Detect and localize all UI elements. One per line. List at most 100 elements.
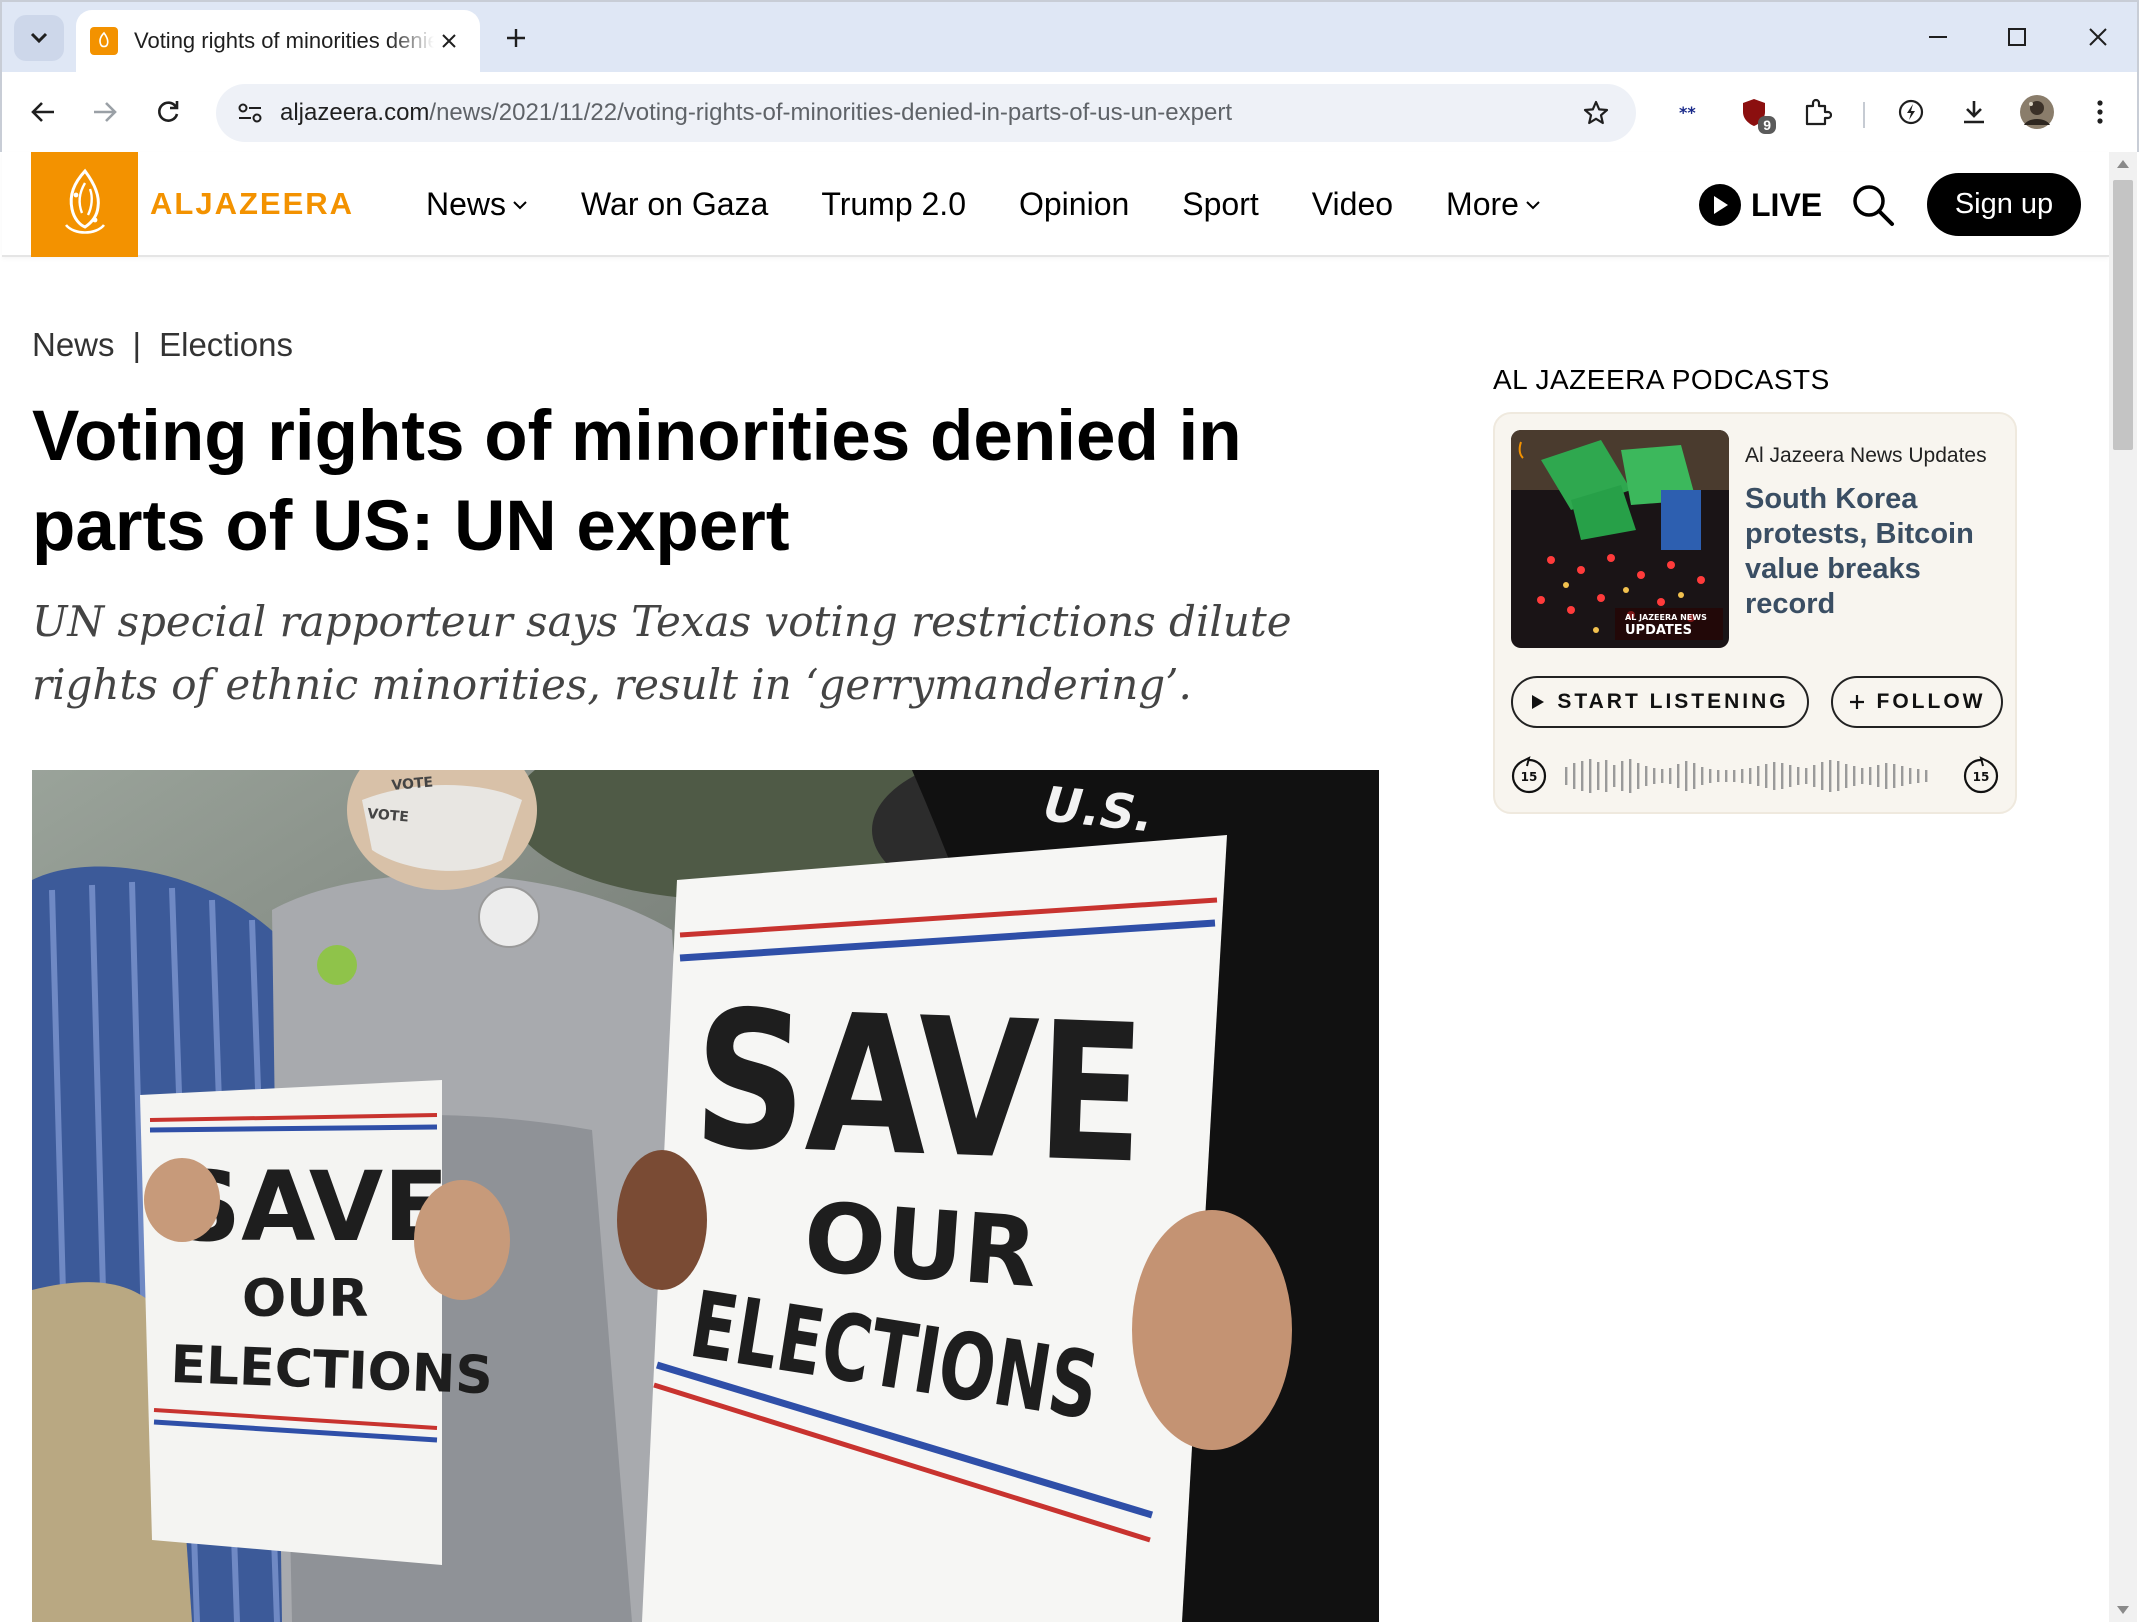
waveform-bar xyxy=(1573,763,1576,789)
url-host: aljazeera.com xyxy=(280,99,430,126)
scroll-up-arrow-icon[interactable] xyxy=(2117,160,2129,168)
svg-text:**: ** xyxy=(1679,105,1696,119)
tab-title: Voting rights of minorities denied in pa… xyxy=(134,28,434,53)
arrow-left-icon xyxy=(31,102,54,122)
follow-label: FOLLOW xyxy=(1876,690,1986,713)
profile-avatar[interactable] xyxy=(2015,90,2059,134)
waveform-bar xyxy=(1709,769,1712,783)
address-bar[interactable]: aljazeera.com/news/2021/11/22/voting-rig… xyxy=(216,84,1636,142)
waveform-bar xyxy=(1693,763,1696,789)
podcast-show-name[interactable]: Al Jazeera News Updates xyxy=(1745,444,1987,468)
waveform-bar xyxy=(1677,764,1680,788)
podcast-mini-player: 15 15 xyxy=(1509,754,2003,798)
waveform-bar xyxy=(1597,762,1600,790)
waveform-bar xyxy=(1685,761,1688,791)
browser-toolbar: aljazeera.com/news/2021/11/22/voting-rig… xyxy=(2,72,2137,154)
podcast-thumbnail[interactable]: AL JAZEERA NEWS UPDATES xyxy=(1511,430,1729,648)
aljazeera-logo-icon[interactable] xyxy=(31,152,138,257)
minimize-window-button[interactable] xyxy=(1914,14,1962,60)
nav-more[interactable]: More xyxy=(1446,186,1541,223)
waveform-bar xyxy=(1589,759,1592,793)
forward-button[interactable] xyxy=(82,89,128,135)
ublock-extension-icon[interactable]: 9 xyxy=(1732,90,1776,134)
chevron-down-icon xyxy=(512,200,528,210)
skip-forward-15-icon[interactable]: 15 xyxy=(1963,756,1999,794)
waveform-bar xyxy=(1565,767,1568,785)
bookmark-star-icon[interactable] xyxy=(1578,95,1614,131)
skip-forward-seconds: 15 xyxy=(1973,770,1990,784)
podcast-card: AL JAZEERA NEWS UPDATES Al Jazeera News … xyxy=(1493,412,2017,814)
waveform-bar xyxy=(1781,763,1784,789)
nav-trump-2[interactable]: Trump 2.0 xyxy=(821,186,966,223)
breadcrumb: News | Elections xyxy=(32,326,293,364)
live-button[interactable]: LIVE xyxy=(1699,184,1822,226)
site-header: ALJAZEERA News War on Gaza Trump 2.0 Opi… xyxy=(2,152,2109,257)
waveform-bar xyxy=(1765,764,1768,788)
close-tab-icon[interactable] xyxy=(436,28,462,54)
start-listening-button[interactable]: START LISTENING xyxy=(1511,676,1809,728)
waveform-bar xyxy=(1829,760,1832,792)
waveform-bar xyxy=(1837,761,1840,791)
waveform-bar xyxy=(1749,768,1752,784)
skip-back-15-icon[interactable]: 15 xyxy=(1511,756,1547,794)
small-sign-our-text: OUR xyxy=(242,1269,368,1329)
waveform-bar xyxy=(1917,769,1920,783)
breadcrumb-news[interactable]: News xyxy=(32,326,115,364)
maximize-window-button[interactable] xyxy=(1993,14,2041,60)
sign-up-button[interactable]: Sign up xyxy=(1927,173,2081,236)
new-tab-button[interactable] xyxy=(496,18,536,58)
search-icon[interactable] xyxy=(1848,180,1898,230)
minimize-icon xyxy=(1929,36,1947,38)
waveform-bar xyxy=(1789,765,1792,787)
main-navigation: News War on Gaza Trump 2.0 Opinion Sport… xyxy=(426,152,1594,257)
hero-image: VOTE VOTE SAVE OUR ELECTIONS U.S. SAVE O… xyxy=(32,770,1379,1622)
site-info-icon[interactable] xyxy=(232,95,268,131)
tab-active[interactable]: Voting rights of minorities denied in pa… xyxy=(76,10,480,72)
browser-window-frame: Voting rights of minorities denied in pa… xyxy=(0,0,2139,154)
waveform-bar xyxy=(1661,769,1664,783)
podcast-episode-title[interactable]: South Korea protests, Bitcoin value brea… xyxy=(1745,482,2007,622)
waveform-bar xyxy=(1741,769,1744,783)
back-button[interactable] xyxy=(20,89,66,135)
extension-badge-count: 9 xyxy=(1758,116,1776,134)
big-sign-our-text: OUR xyxy=(800,1181,1041,1309)
brand-wordmark[interactable]: ALJAZEERA xyxy=(150,186,354,222)
download-icon[interactable] xyxy=(1952,90,1996,134)
close-window-button[interactable] xyxy=(2074,14,2122,60)
scroll-down-arrow-icon[interactable] xyxy=(2117,1606,2129,1614)
reload-button[interactable] xyxy=(145,89,191,135)
waveform-bar xyxy=(1733,770,1736,782)
waveform-bar xyxy=(1621,761,1624,791)
breadcrumb-separator: | xyxy=(132,326,142,363)
extension-stars-icon[interactable]: ** xyxy=(1670,90,1714,134)
maximize-icon xyxy=(2008,28,2026,46)
reload-icon xyxy=(158,101,179,122)
waveform-bar xyxy=(1821,762,1824,790)
tab-search-button[interactable] xyxy=(14,15,64,61)
breadcrumb-elections[interactable]: Elections xyxy=(159,326,293,364)
waveform[interactable] xyxy=(1565,759,1928,793)
follow-button[interactable]: FOLLOW xyxy=(1831,676,2003,728)
nav-war-on-gaza[interactable]: War on Gaza xyxy=(581,186,768,223)
arrow-right-icon xyxy=(94,102,117,122)
nav-video[interactable]: Video xyxy=(1312,186,1393,223)
waveform-bar xyxy=(1725,770,1728,782)
podcasts-heading: AL JAZEERA PODCASTS xyxy=(1493,364,1830,395)
plus-icon xyxy=(1849,694,1865,710)
nav-news[interactable]: News xyxy=(426,186,528,223)
nav-sport[interactable]: Sport xyxy=(1182,186,1258,223)
waveform-bar xyxy=(1757,766,1760,786)
chevron-down-icon xyxy=(1525,200,1541,210)
performance-bolt-icon[interactable] xyxy=(1889,90,1933,134)
nav-opinion[interactable]: Opinion xyxy=(1019,186,1129,223)
waveform-bar xyxy=(1869,767,1872,785)
url-text: aljazeera.com/news/2021/11/22/voting-rig… xyxy=(280,99,1232,127)
scrollbar-thumb[interactable] xyxy=(2113,180,2133,450)
waveform-bar xyxy=(1629,759,1632,793)
waveform-bar xyxy=(1893,764,1896,788)
page-scrollbar[interactable] xyxy=(2109,152,2137,1622)
close-icon xyxy=(2089,28,2107,46)
extensions-puzzle-icon[interactable] xyxy=(1795,90,1839,134)
waveform-bar xyxy=(1901,766,1904,786)
browser-menu-icon[interactable] xyxy=(2078,90,2122,134)
